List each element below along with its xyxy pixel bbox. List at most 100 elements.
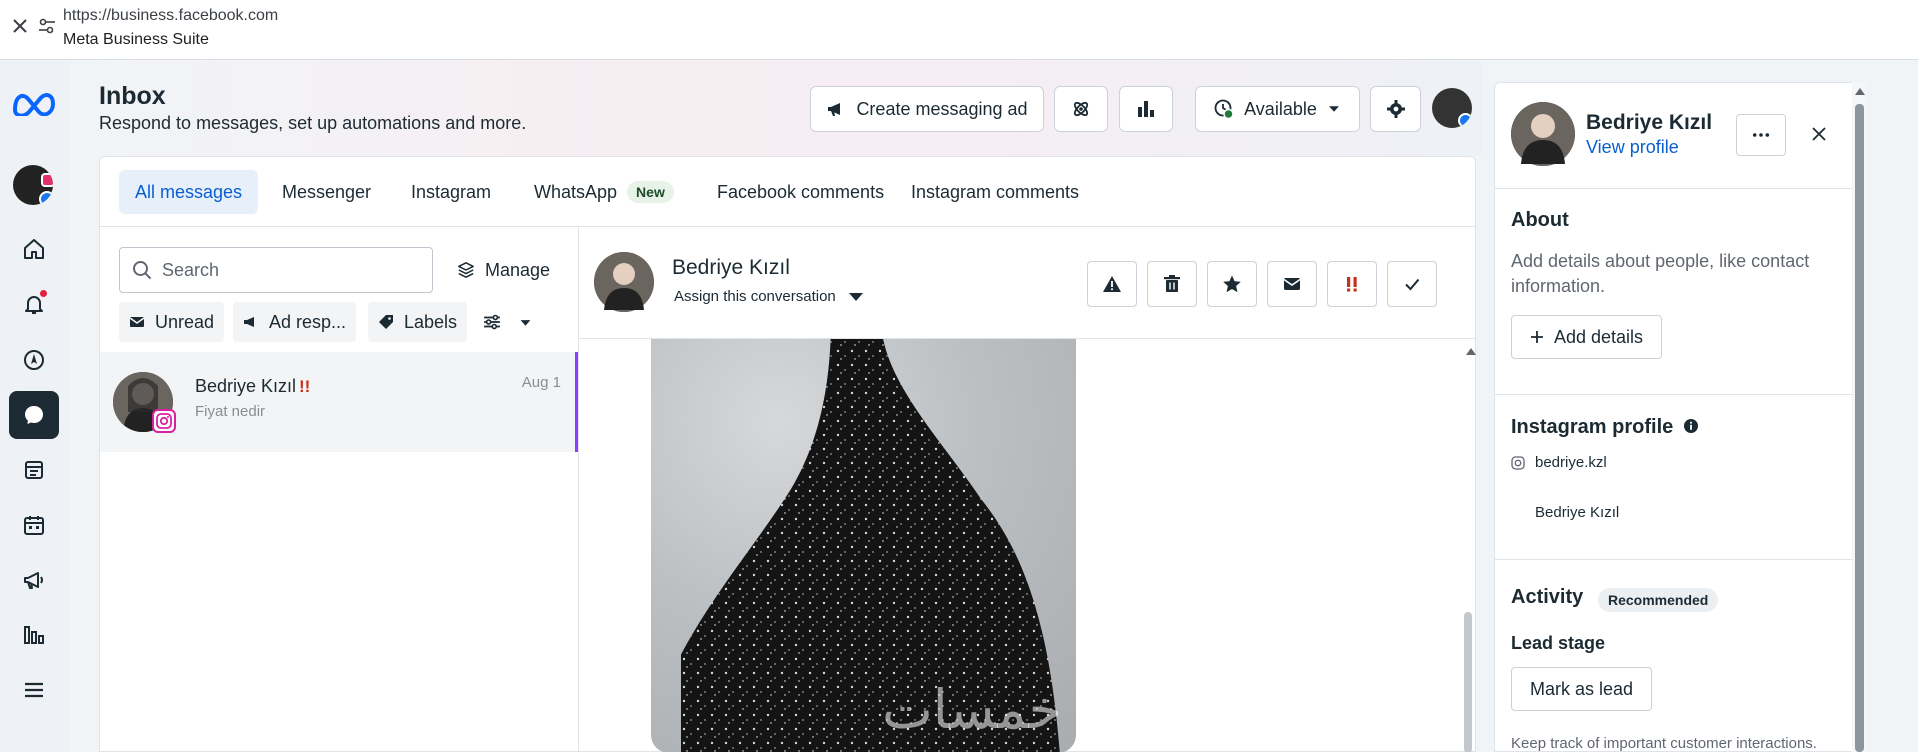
megaphone-icon [244,317,254,327]
more-options-button[interactable] [1736,114,1786,156]
instagram-badge-icon [41,173,53,187]
user-avatar[interactable] [1432,88,1472,128]
left-nav-rail [0,60,70,752]
message-image[interactable]: خمسات [651,339,1076,752]
account-avatar[interactable] [13,165,53,205]
instagram-handle[interactable]: bedriye.kzl [1535,454,1607,471]
tab-whatsapp[interactable]: WhatsApp New [518,170,690,214]
report-spam-button[interactable] [1087,261,1137,307]
add-details-button[interactable]: Add details [1511,315,1663,359]
search-input[interactable] [162,259,412,281]
instagram-icon [1511,456,1525,470]
caret-down-icon [520,319,531,326]
nav-explore[interactable] [9,336,59,384]
mark-unread-button[interactable] [1267,261,1317,307]
scroll-up-icon[interactable] [1855,87,1865,95]
conversation-preview: Fiyat nedir [195,403,266,420]
filter-ad-responses[interactable]: Ad resp... [233,302,357,342]
nav-inbox[interactable] [9,391,59,439]
filter-label: Labels [404,311,458,332]
meta-logo-icon[interactable] [11,90,57,116]
warning-icon [1103,276,1121,292]
page-title: Inbox [99,82,166,110]
lead-stage-heading: Lead stage [1511,633,1606,653]
close-icon[interactable] [1810,125,1828,143]
star-button[interactable] [1207,261,1257,307]
inbox-icon [25,406,43,424]
bar-chart-icon [1138,101,1154,117]
scroll-up-icon[interactable] [1466,347,1476,355]
atom-icon [1073,101,1089,117]
mark-done-button[interactable] [1387,261,1437,307]
settings-button[interactable] [1370,86,1421,132]
contact-avatar[interactable] [1511,102,1575,166]
insights-icon [24,626,44,644]
star-icon [1223,275,1241,293]
contact-avatar[interactable] [594,252,654,312]
manage-label: Manage [485,259,551,280]
tab-label: Instagram comments [911,181,1080,202]
megaphone-icon [828,103,841,116]
nav-ads[interactable] [9,556,59,604]
activity-footer-text: Keep track of important customer interac… [1511,735,1817,752]
nav-notifications[interactable] [9,280,59,328]
activity-heading: Activity [1511,586,1584,608]
assign-label: Assign this conversation [674,288,836,305]
priority-icon [1347,277,1357,292]
create-messaging-ad-button[interactable]: Create messaging ad [810,86,1044,132]
nav-all-tools[interactable] [9,666,59,714]
tab-label: Facebook comments [717,181,885,202]
watermark-text: خمسات [881,678,1062,741]
filter-options-button[interactable] [473,302,542,342]
conversation-item[interactable]: Bedriye Kızıl !! Fiyat nedir Aug 1 [100,352,578,452]
envelope-icon [129,317,145,327]
nav-home[interactable] [9,225,59,273]
tab-instagram[interactable]: Instagram [395,170,507,214]
close-icon[interactable] [12,18,28,34]
nav-content[interactable] [9,446,59,494]
nav-planner[interactable] [9,501,59,549]
info-icon[interactable] [1683,418,1699,434]
filter-unread[interactable]: Unread [119,302,225,342]
home-icon [24,239,44,259]
tab-messenger[interactable]: Messenger [266,170,387,214]
insights-button[interactable] [1119,86,1173,132]
filter-label: Ad resp... [269,311,347,332]
mark-as-lead-button[interactable]: Mark as lead [1511,667,1653,711]
nav-insights[interactable] [9,611,59,659]
tab-all-messages[interactable]: All messages [119,170,259,214]
avatar-photo [594,252,654,312]
browser-url[interactable]: https://business.facebook.com [63,7,278,25]
manage-button[interactable]: Manage [457,247,550,293]
more-icon [1752,133,1770,137]
conversation-scrollbar[interactable] [1464,612,1472,752]
priority-flag-icon: !! [299,377,311,396]
new-badge: New [627,181,674,203]
gear-icon [1386,100,1405,118]
filter-labels[interactable]: Labels [368,302,468,342]
follow-up-button[interactable] [1327,261,1377,307]
tag-icon [379,315,393,329]
contact-details-panel: Bedriye Kızıl View profile About Add det… [1494,82,1867,752]
tune-icon[interactable] [38,18,56,34]
tab-instagram-comments[interactable]: Instagram comments [895,170,1095,214]
sliders-icon [484,314,500,330]
add-details-label: Add details [1554,326,1644,347]
availability-dropdown[interactable]: Available [1195,86,1360,132]
view-profile-link[interactable]: View profile [1586,137,1679,158]
delete-button[interactable] [1147,261,1197,307]
assign-conversation-dropdown[interactable]: Assign this conversation [674,288,864,305]
about-heading: About [1511,209,1569,231]
content-icon [25,461,43,479]
tab-label: Messenger [282,181,372,202]
details-scrollbar-thumb[interactable] [1855,104,1864,752]
caret-down-icon [1328,106,1339,112]
create-messaging-ad-label: Create messaging ad [856,98,1028,119]
layers-icon [458,262,474,278]
contact-name: Bedriye Kızıl [1586,111,1713,134]
tab-label: All messages [135,181,243,202]
tab-facebook-comments[interactable]: Facebook comments [701,170,900,214]
search-box[interactable] [119,247,433,293]
browser-page-title: Meta Business Suite [63,31,209,48]
automations-button[interactable] [1054,86,1108,132]
